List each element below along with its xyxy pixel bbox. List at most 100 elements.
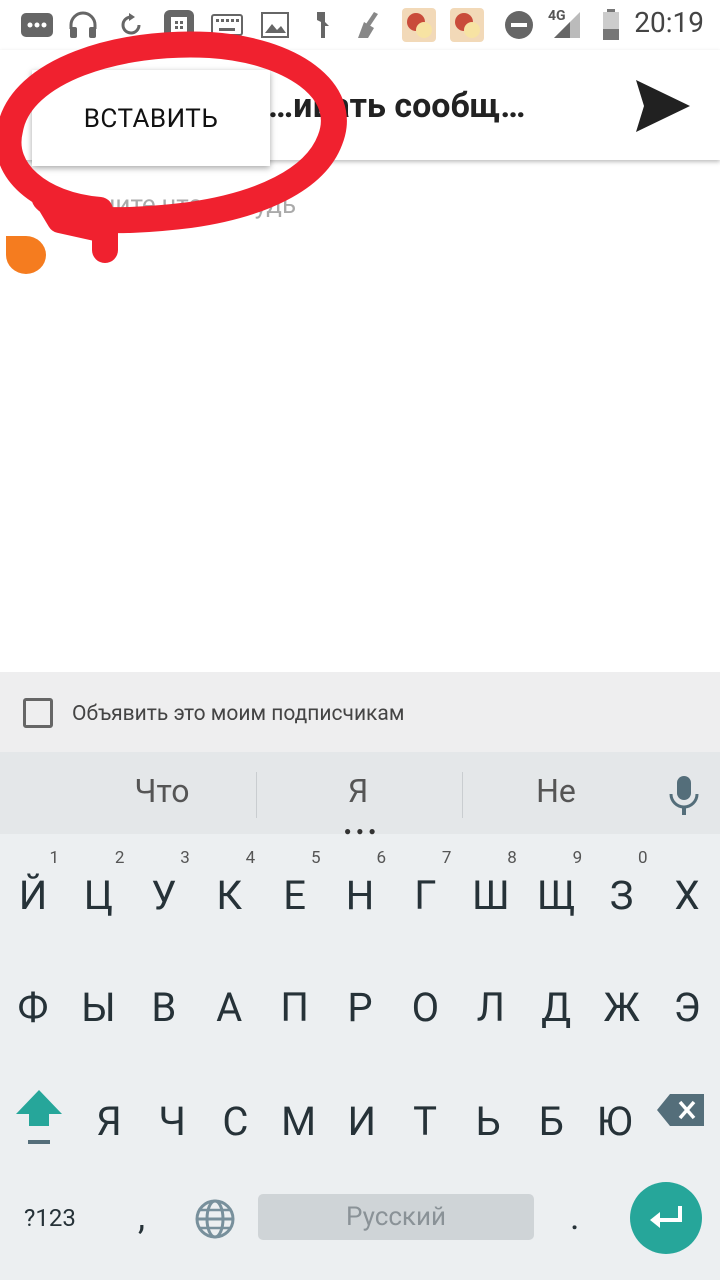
suggestion-2[interactable]: Я [258,772,458,810]
key-hint-digit: 2 [114,848,125,868]
comma-key[interactable]: , [138,1196,145,1238]
key[interactable]: Б [521,1074,581,1154]
page-title: …ивать сообщ… [268,86,526,126]
key[interactable]: 4К [199,848,259,928]
key[interactable]: И [332,1074,392,1154]
language-key[interactable] [194,1198,236,1240]
key-label: Р [347,984,373,1031]
key[interactable]: Р [330,960,390,1040]
message-input[interactable]: …ишите что-нибудь [62,190,296,220]
key-label: Ь [475,1098,501,1145]
backspace-key[interactable] [656,1092,706,1128]
key[interactable]: 3У [134,848,194,928]
key[interactable]: Э [657,960,717,1040]
key-label: В [151,984,177,1031]
mic-icon [669,776,699,815]
key-label: Г [414,872,437,919]
key-label: М [281,1098,317,1145]
backspace-icon [657,1094,704,1126]
status-bar: 4G 20:19 [0,0,720,50]
suggestion-3[interactable]: Не [456,772,656,810]
key[interactable]: М [269,1074,329,1154]
key[interactable]: Х [657,848,717,928]
key[interactable]: 5Е [265,848,325,928]
key[interactable]: Ю [585,1074,645,1154]
game-app-icon [402,8,436,42]
text-cursor-handle[interactable] [6,236,46,274]
paste-popup: ВСТАВИТЬ [32,70,270,166]
key-hint-digit: 7 [441,848,452,868]
key-label: А [216,984,243,1031]
key-label: Д [541,984,572,1031]
key-label: К [216,872,243,919]
paste-button[interactable]: ВСТАВИТЬ [32,104,270,134]
send-icon [636,80,690,132]
battery-icon [594,8,628,42]
key-label: Ю [596,1098,633,1145]
announce-row[interactable]: Объявить это моим подписчикам [0,672,720,756]
key[interactable]: Ь [458,1074,518,1154]
key[interactable]: 7Г [395,848,455,928]
key-label: З [609,872,634,919]
key-label: Ы [81,984,116,1031]
key-hint-digit: 4 [245,848,256,868]
calendar-app-icon [162,8,196,42]
key[interactable]: Я [79,1074,139,1154]
key-label: Х [674,872,700,919]
key-label: Я [96,1098,122,1145]
key-hint-digit: 3 [180,848,190,868]
key[interactable]: 9Щ [526,848,586,928]
spacebar[interactable]: Русский [258,1194,534,1240]
key[interactable]: 6Н [330,848,390,928]
tool-icon [306,8,340,42]
key-label: Щ [536,872,576,919]
key-hint-digit: 1 [49,848,59,868]
period-key[interactable]: . [570,1196,580,1238]
send-button[interactable] [632,78,694,134]
key[interactable]: 2Ц [68,848,128,928]
key-label: Й [18,872,48,919]
key-hint-digit: 6 [376,848,386,868]
key-hint-digit: 5 [311,848,321,868]
key-label: Ф [17,984,49,1031]
key[interactable]: В [134,960,194,1040]
suggestion-bar: Что Я Не ● ● ● [0,752,720,838]
keyboard-icon [210,8,244,42]
enter-key[interactable] [630,1182,702,1254]
key[interactable]: Т [395,1074,455,1154]
key-label: И [347,1098,377,1145]
soft-keyboard: Что Я Не ● ● ● 1Й2Ц3У4К5Е6Н7Г8Ш9Щ0ЗХ ФЫВ… [0,752,720,1280]
key[interactable]: Ж [592,960,652,1040]
key[interactable]: 0З [592,848,652,928]
key-hint-digit: 8 [507,848,517,868]
key[interactable]: С [205,1074,265,1154]
signal-icon [550,8,584,42]
key[interactable]: 1Й [3,848,63,928]
key-label: Ц [83,872,114,919]
key[interactable]: Ф [3,960,63,1040]
key-hint-digit: 0 [638,848,648,868]
announce-label: Объявить это моим подписчикам [72,702,405,726]
key[interactable]: Л [461,960,521,1040]
mic-button[interactable] [664,774,704,818]
suggestion-1[interactable]: Что [62,772,262,810]
key[interactable]: А [199,960,259,1040]
key[interactable]: П [265,960,325,1040]
sync-icon [114,8,148,42]
shift-key[interactable] [14,1084,64,1148]
key-label: Э [673,984,701,1031]
key-label: Б [538,1098,564,1145]
key-label: Ж [603,984,640,1031]
key-label: Л [476,984,505,1031]
announce-checkbox[interactable] [23,698,53,728]
key[interactable]: 8Ш [461,848,521,928]
symbols-key[interactable]: ?123 [24,1204,76,1232]
key[interactable]: Д [526,960,586,1040]
key-label: Ш [471,872,510,919]
more-suggestions-icon[interactable]: ● ● ● [344,824,377,838]
key[interactable]: О [395,960,455,1040]
key[interactable]: Ы [68,960,128,1040]
broom-icon [352,8,386,42]
enter-arrow-icon [650,1206,682,1228]
key[interactable]: Ч [142,1074,202,1154]
